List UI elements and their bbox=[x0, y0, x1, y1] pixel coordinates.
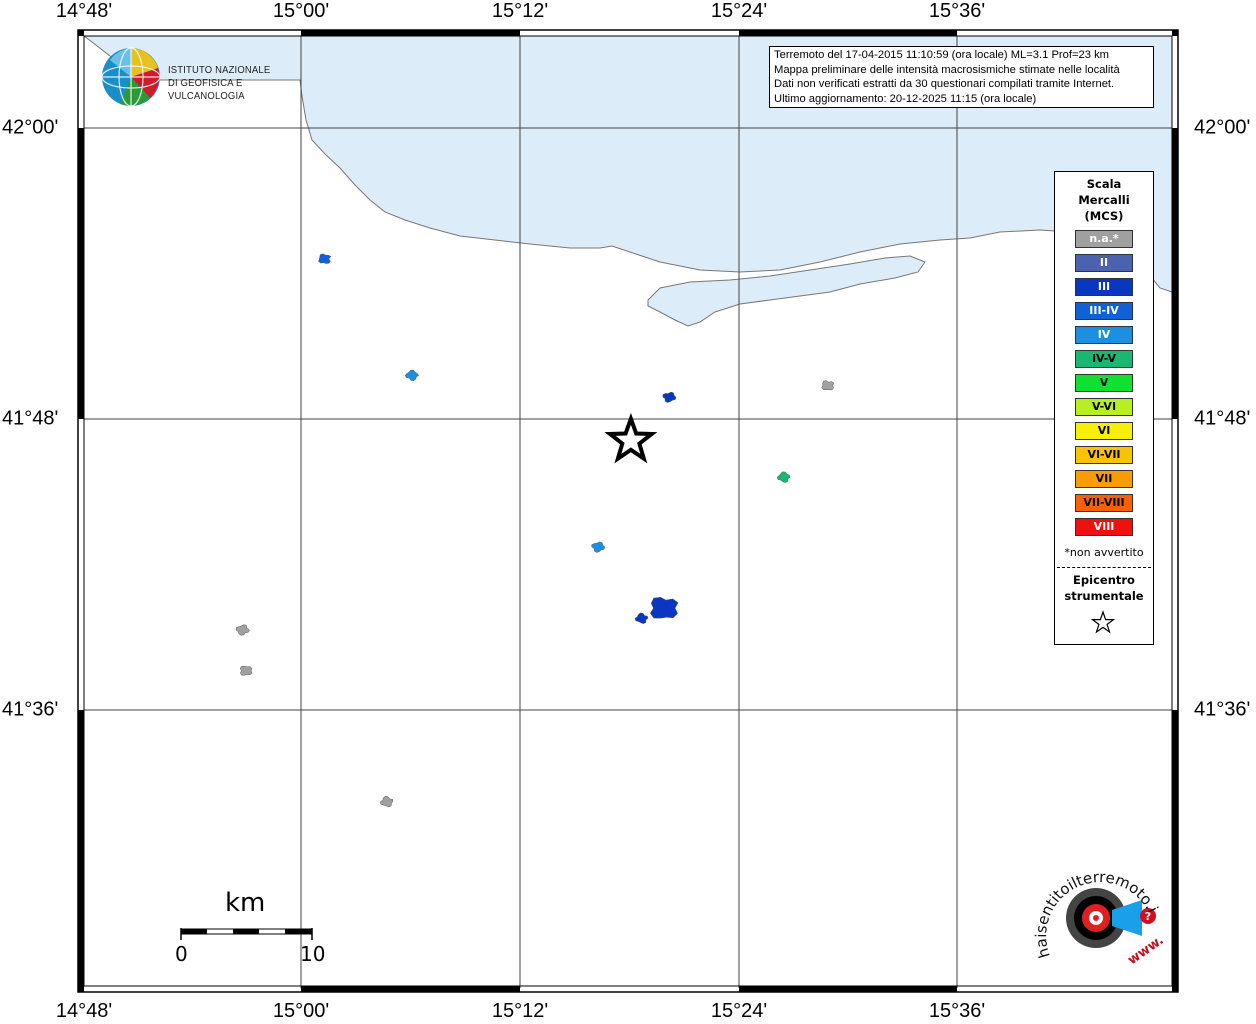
lon-tick-top: 15°36' bbox=[928, 0, 986, 22]
legend-note: *non avvertito bbox=[1064, 546, 1144, 559]
lon-tick-top: 14°48' bbox=[55, 0, 113, 22]
legend-swatch: II bbox=[1075, 254, 1133, 272]
ingv-logo: ISTITUTO NAZIONALE DI GEOFISICA E VULCAN… bbox=[100, 46, 310, 110]
legend-swatch: V-VI bbox=[1075, 398, 1133, 416]
legend-epicenter-label: Epicentro strumentale bbox=[1055, 572, 1153, 604]
info-line: Mappa preliminare delle intensità macros… bbox=[774, 63, 1120, 76]
locality-area[interactable] bbox=[821, 380, 835, 391]
locality-area[interactable] bbox=[380, 795, 394, 808]
lat-tick-left: 42°00' bbox=[2, 116, 59, 139]
legend-swatch: VI-VII bbox=[1075, 446, 1133, 464]
haisentito-www: www. bbox=[1125, 933, 1166, 968]
globe-icon bbox=[101, 47, 161, 107]
legend-swatch: III-IV bbox=[1075, 302, 1133, 320]
lon-tick-top: 15°24' bbox=[710, 0, 768, 22]
info-line: Dati non verificati estratti da 30 quest… bbox=[774, 78, 1115, 90]
locality-area[interactable] bbox=[650, 597, 679, 619]
legend-swatch: VII-VIII bbox=[1075, 494, 1133, 512]
lon-tick-bottom: 15°12' bbox=[491, 1000, 549, 1022]
legend-swatch: VI bbox=[1075, 422, 1133, 440]
locality-area[interactable] bbox=[634, 612, 649, 624]
locality-area[interactable] bbox=[662, 391, 677, 403]
scale-bar: km 0 10 bbox=[170, 886, 330, 976]
lon-tick-bottom: 14°48' bbox=[55, 1000, 113, 1022]
legend-swatch: n.a.* bbox=[1075, 230, 1133, 248]
scale-min: 0 bbox=[175, 942, 188, 966]
lon-tick-top: 15°00' bbox=[272, 0, 330, 22]
lon-tick-bottom: 15°00' bbox=[272, 1000, 330, 1022]
locality-area[interactable] bbox=[776, 471, 791, 483]
lat-tick-left: 41°48' bbox=[2, 407, 59, 430]
lat-tick-right: 41°48' bbox=[1194, 407, 1251, 430]
ingv-line1: ISTITUTO NAZIONALE bbox=[168, 64, 271, 76]
ingv-name: ISTITUTO NAZIONALE DI GEOFISICA E VULCAN… bbox=[168, 64, 296, 103]
legend-swatch: VII bbox=[1075, 470, 1133, 488]
locality-area[interactable] bbox=[239, 665, 253, 676]
lat-tick-left: 41°36' bbox=[2, 698, 59, 721]
scale-max: 10 bbox=[300, 942, 326, 966]
legend-divider bbox=[1057, 567, 1151, 568]
locality-area[interactable] bbox=[404, 369, 420, 382]
legend-swatch: VIII bbox=[1075, 518, 1133, 536]
lon-tick-bottom: 15°24' bbox=[710, 1000, 768, 1022]
lon-tick-bottom: 15°36' bbox=[928, 1000, 986, 1022]
lat-tick-right: 41°36' bbox=[1194, 698, 1251, 721]
legend-epicenter-line: strumentale bbox=[1064, 589, 1144, 603]
haisentito-logo: ? haisentitoilterremoto.it www. bbox=[1030, 856, 1167, 968]
legend-swatch: V bbox=[1075, 374, 1133, 392]
legend-title-line: Mercalli bbox=[1078, 193, 1130, 207]
mcs-legend: Scala Mercalli (MCS) n.a.* II III III-IV IV I… bbox=[1054, 171, 1154, 645]
locality-area[interactable] bbox=[318, 253, 332, 264]
lon-tick-top: 15°12' bbox=[491, 0, 549, 22]
legend-epicenter-line: Epicentro bbox=[1073, 573, 1135, 587]
lat-tick-right: 42°00' bbox=[1194, 116, 1251, 139]
legend-title: Scala Mercalli (MCS) bbox=[1055, 176, 1153, 224]
ingv-line2: DI GEOFISICA E VULCANOLOGIA bbox=[168, 77, 245, 102]
info-line: Terremoto del 17-04-2015 11:10:59 (ora l… bbox=[774, 49, 1109, 61]
locality-area[interactable] bbox=[591, 541, 606, 553]
scale-bar-graphic bbox=[180, 928, 313, 940]
locality-area[interactable] bbox=[235, 624, 250, 636]
star-icon bbox=[1090, 610, 1116, 634]
scale-unit: km bbox=[225, 888, 266, 918]
info-line: Ultimo aggiornamento: 20-12-2025 11:15 (… bbox=[774, 92, 1037, 105]
legend-swatch: III bbox=[1075, 278, 1133, 296]
places-layer bbox=[235, 253, 835, 808]
legend-swatch: IV bbox=[1075, 326, 1133, 344]
epicenter-star-icon bbox=[604, 412, 658, 464]
legend-swatch: IV-V bbox=[1075, 350, 1133, 368]
legend-title-line: Scala bbox=[1086, 177, 1122, 191]
legend-title-line: (MCS) bbox=[1084, 209, 1124, 223]
event-info-box: Terremoto del 17-04-2015 11:10:59 (ora l… bbox=[769, 46, 1154, 108]
